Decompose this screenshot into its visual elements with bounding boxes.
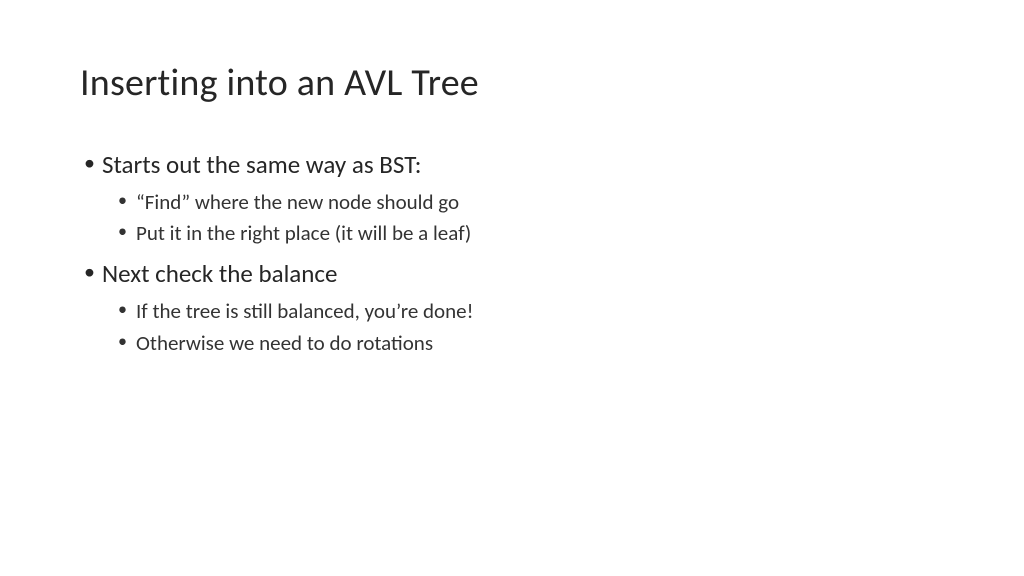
sub-list: “Find” where the new node should go Put … — [80, 188, 944, 248]
sub-item: If the tree is still balanced, you’re do… — [80, 297, 944, 325]
bullet-item: Starts out the same way as BST: — [80, 148, 944, 182]
bullet-item: Next check the balance — [80, 257, 944, 291]
sub-list: If the tree is still balanced, you’re do… — [80, 297, 944, 357]
sub-item: Put it in the right place (it will be a … — [80, 219, 944, 247]
sub-item: Otherwise we need to do rotations — [80, 329, 944, 357]
slide-title: Inserting into an AVL Tree — [80, 60, 944, 106]
bullet-list: Starts out the same way as BST: “Find” w… — [80, 148, 944, 357]
sub-item: “Find” where the new node should go — [80, 188, 944, 216]
